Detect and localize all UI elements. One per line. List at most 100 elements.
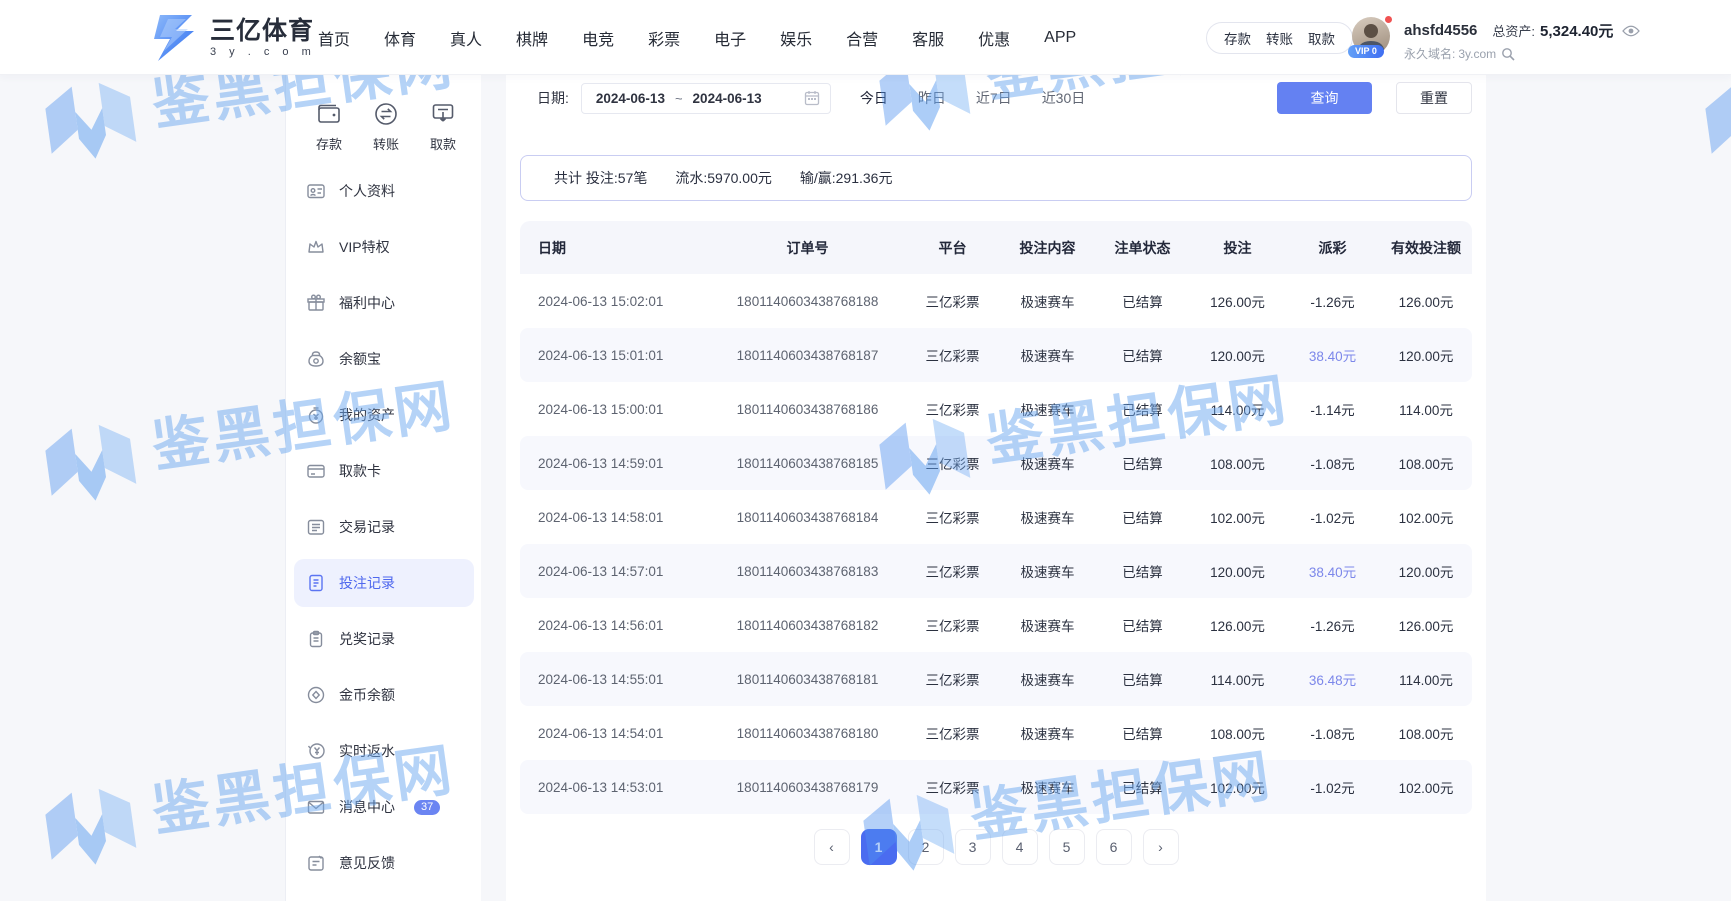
reset-button[interactable]: 重置 (1396, 82, 1472, 114)
cell-valid: 102.00元 (1380, 490, 1472, 544)
nav-link[interactable]: 体育 (384, 26, 416, 50)
nav-link[interactable]: 合营 (846, 26, 878, 50)
col-header-valid: 有效投注额 (1380, 221, 1472, 274)
cell-payout: -1.08元 (1285, 436, 1380, 490)
page-button[interactable]: 3 (955, 829, 991, 865)
date-range-input[interactable]: 2024-06-13 ~ 2024-06-13 (581, 83, 831, 114)
sidebar-item-message-center[interactable]: 消息中心 37 (294, 779, 474, 835)
sidebar-item-redeem-records[interactable]: 兑奖记录 (294, 611, 474, 667)
wallet-action-button[interactable]: 取款 (1308, 28, 1335, 48)
cell-order: 1801140603438768179 (710, 760, 905, 814)
wallet-action-button[interactable]: 转账 (1266, 28, 1293, 48)
sidebar-item-realtime-rebate[interactable]: 实时返水 (294, 723, 474, 779)
cell-status: 已结算 (1095, 598, 1190, 652)
page-button[interactable]: 1 (861, 829, 897, 865)
cell-bet: 114.00元 (1190, 652, 1285, 706)
cell-date: 2024-06-13 15:02:01 (520, 274, 710, 328)
cell-content: 极速赛车 (1000, 544, 1095, 598)
watermark-logo-icon (1694, 66, 1731, 179)
cell-order: 1801140603438768188 (710, 274, 905, 328)
page-button[interactable]: 4 (1002, 829, 1038, 865)
sidebar-item-bet-records[interactable]: 投注记录 (294, 559, 474, 607)
quick-action-deposit[interactable]: 存款 (316, 101, 342, 153)
quick-action-transfer[interactable]: 转账 (373, 101, 399, 153)
cell-order: 1801140603438768187 (710, 328, 905, 382)
wallet-action-button[interactable]: 存款 (1224, 28, 1251, 48)
sidebar-item-feedback[interactable]: 意见反馈 (294, 835, 474, 891)
nav-link[interactable]: 娱乐 (780, 26, 812, 50)
cell-valid: 126.00元 (1380, 598, 1472, 652)
page-button[interactable]: ‹ (814, 829, 850, 865)
nav-link[interactable]: 电竞 (582, 26, 614, 50)
col-header-content: 投注内容 (1000, 221, 1095, 274)
quick-date-button[interactable]: 近7日 (961, 88, 1027, 108)
toggle-balance-eye-icon[interactable] (1622, 25, 1640, 37)
cell-bet: 126.00元 (1190, 598, 1285, 652)
page-button[interactable]: 6 (1096, 829, 1132, 865)
cell-order: 1801140603438768181 (710, 652, 905, 706)
sidebar-item-vip[interactable]: VIP特权 (294, 219, 474, 275)
col-header-platform: 平台 (905, 221, 1000, 274)
cell-bet: 114.00元 (1190, 382, 1285, 436)
page-button[interactable]: › (1143, 829, 1179, 865)
cell-platform: 三亿彩票 (905, 328, 1000, 382)
quick-date-button[interactable]: 昨日 (903, 88, 961, 108)
notification-dot (1384, 15, 1393, 24)
table-row: 2024-06-13 14:53:01 1801140603438768179 … (520, 760, 1472, 814)
sidebar: 存款 转账 取款 个人资料 VIP特权 福利中心 (285, 75, 481, 901)
nav-link[interactable]: 棋牌 (516, 26, 548, 50)
calendar-icon[interactable] (804, 90, 820, 106)
top-navbar: 三亿体育 3 y . c o m 首页 体育 真人 棋牌 电竞 彩票 电子 娱乐 合营 客服 优惠 A… (0, 0, 1731, 75)
cell-payout: -1.26元 (1285, 274, 1380, 328)
sidebar-item-welfare[interactable]: 福利中心 (294, 275, 474, 331)
username: ahsfd4556 (1404, 22, 1477, 39)
search-button[interactable]: 查询 (1277, 82, 1372, 114)
cell-valid: 114.00元 (1380, 652, 1472, 706)
nav-link[interactable]: 真人 (450, 26, 482, 50)
page-button[interactable]: 5 (1049, 829, 1085, 865)
nav-link[interactable]: 电子 (714, 26, 746, 50)
cell-status: 已结算 (1095, 490, 1190, 544)
quick-action-label: 取款 (430, 134, 456, 153)
sidebar-item-profile[interactable]: 个人资料 (294, 163, 474, 219)
cell-valid: 108.00元 (1380, 436, 1472, 490)
nav-link[interactable]: 彩票 (648, 26, 680, 50)
table-row: 2024-06-13 15:01:01 1801140603438768187 … (520, 328, 1472, 382)
page-button[interactable]: 2 (908, 829, 944, 865)
cell-platform: 三亿彩票 (905, 382, 1000, 436)
withdraw-card-icon (430, 101, 456, 127)
sidebar-item-withdraw-card[interactable]: 取款卡 (294, 443, 474, 499)
cell-date: 2024-06-13 15:00:01 (520, 382, 710, 436)
table-body: 2024-06-13 15:02:01 1801140603438768188 … (520, 274, 1472, 814)
user-avatar[interactable]: VIP 0 (1352, 17, 1392, 57)
sidebar-item-transactions[interactable]: 交易记录 (294, 499, 474, 555)
sidebar-item-assets[interactable]: 我的资产 (294, 387, 474, 443)
cell-content: 极速赛车 (1000, 328, 1095, 382)
quick-action-withdraw[interactable]: 取款 (430, 101, 456, 153)
col-header-bet: 投注 (1190, 221, 1285, 274)
user-info: ahsfd4556 总资产: 5,324.40元 永久域名: 3y.com (1404, 20, 1640, 62)
cell-content: 极速赛车 (1000, 490, 1095, 544)
brand[interactable]: 三亿体育 3 y . c o m (148, 13, 316, 63)
date-range-separator: ~ (675, 91, 683, 106)
cell-order: 1801140603438768185 (710, 436, 905, 490)
nav-link[interactable]: 优惠 (978, 26, 1010, 50)
col-header-date: 日期 (520, 221, 710, 274)
search-domain-icon[interactable] (1501, 47, 1515, 61)
nav-link[interactable]: 客服 (912, 26, 944, 50)
sidebar-item-yuebao[interactable]: 余额宝 (294, 331, 474, 387)
cell-date: 2024-06-13 14:54:01 (520, 706, 710, 760)
cell-payout: -1.08元 (1285, 706, 1380, 760)
cell-payout: -1.26元 (1285, 598, 1380, 652)
watermark-logo-icon (34, 66, 147, 179)
nav-link[interactable]: APP (1044, 29, 1076, 47)
cell-bet: 108.00元 (1190, 706, 1285, 760)
quick-date-button[interactable]: 近30日 (1027, 88, 1101, 108)
sidebar-item-coin-balance[interactable]: 金币余额 (294, 667, 474, 723)
cell-content: 极速赛车 (1000, 652, 1095, 706)
watermark-logo-icon (34, 408, 147, 521)
nav-link[interactable]: 首页 (318, 26, 350, 50)
quick-date-button[interactable]: 今日 (845, 88, 903, 108)
cell-payout: 36.48元 (1285, 652, 1380, 706)
cell-bet: 102.00元 (1190, 490, 1285, 544)
